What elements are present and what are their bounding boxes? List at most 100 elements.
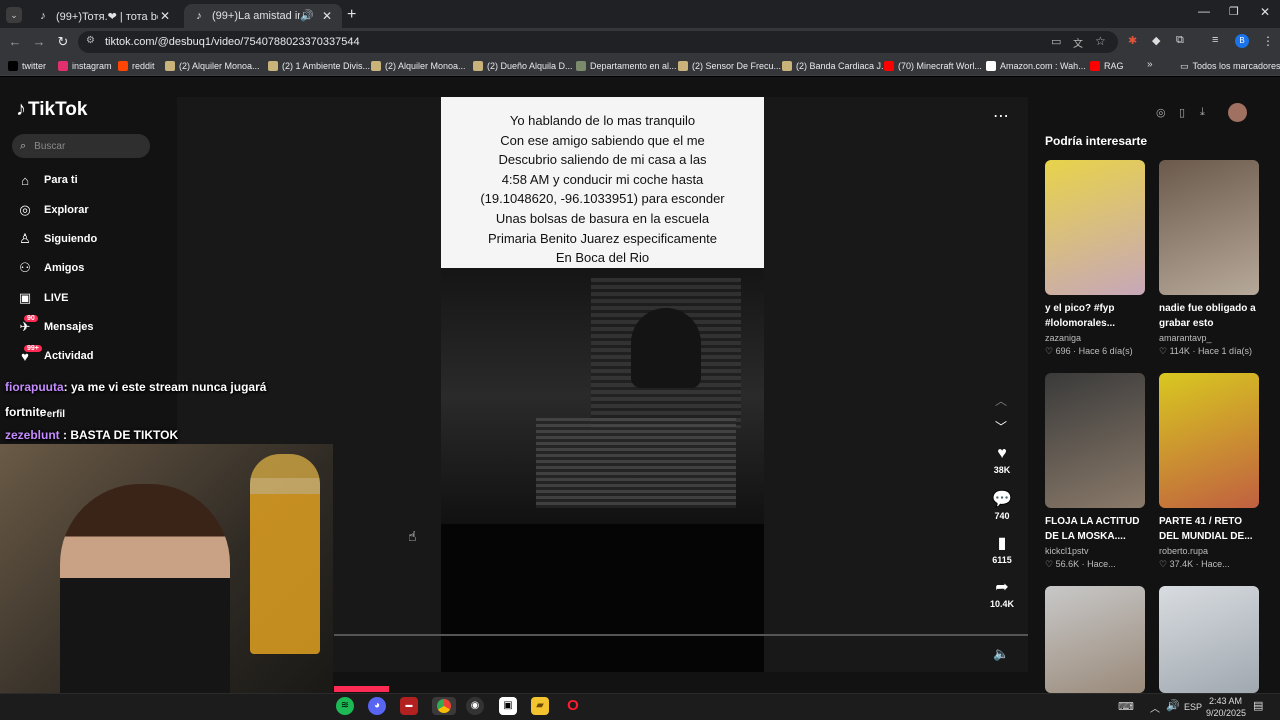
bookmark-item[interactable]: reddit — [118, 59, 155, 73]
tiktok-logo[interactable]: ♪ TikTok — [16, 98, 87, 121]
sidebar-item-explorar[interactable]: ◎ Explorar — [16, 199, 88, 221]
search-input[interactable]: ⌕ Buscar — [12, 134, 150, 158]
puzzle-icon[interactable]: ⧉ — [1176, 34, 1184, 47]
comment-button[interactable]: 💬 740 — [988, 489, 1016, 521]
tab-active[interactable]: ♪ (99+)La amistad inquebranta 🔊 ✕ — [184, 4, 342, 28]
messages-icon: ✈ 90 — [16, 315, 38, 335]
video-title[interactable]: FLOJA LA ACTITUD DE LA MOSKA.... — [1045, 514, 1145, 544]
bookmark-item[interactable]: (2) 1 Ambiente Divis... — [268, 59, 370, 73]
heart-button[interactable]: ♥ 38K — [988, 445, 1016, 475]
bookmark-button[interactable]: ▮ 6115 — [988, 533, 1016, 565]
bookmark-item[interactable]: (2) Alquiler Monoa... — [371, 59, 466, 73]
bookmark-item[interactable]: (2) Sensor De Frecu... — [678, 59, 781, 73]
user-avatar[interactable] — [1228, 103, 1247, 122]
cast-icon[interactable]: ▭ — [1051, 35, 1061, 48]
tiktok-tab-icon: ♪ — [196, 10, 202, 22]
tiktok-tab-icon: ♪ — [40, 10, 46, 22]
action-count: 38K — [993, 465, 1011, 475]
bookmark-item[interactable]: (2) Alquiler Monoa... — [165, 59, 260, 73]
bookmark-favicon-icon — [371, 61, 381, 71]
more-bookmarks-icon[interactable]: » — [1147, 59, 1153, 70]
volume-tray-icon[interactable]: 🔊 — [1166, 699, 1180, 712]
bookmark-item[interactable]: (2) Banda Cardiaca J... — [782, 59, 889, 73]
notifications-icon[interactable]: ▤ — [1253, 699, 1263, 712]
recommended-video-card[interactable] — [1159, 586, 1259, 693]
speaker-icon[interactable]: 🔊 — [300, 9, 314, 23]
bookmark-item[interactable]: (2) Dueño Alquila D... — [473, 59, 573, 73]
bookmark-item[interactable]: RAG — [1090, 59, 1124, 73]
sidebar-item-para-ti[interactable]: ⌂ Para ti — [16, 169, 78, 191]
sidebar-item-amigos[interactable]: ⚇ Amigos — [16, 257, 84, 279]
clock-date[interactable]: 9/20/2025 — [1206, 708, 1246, 718]
extension-icon[interactable]: ✱ — [1128, 34, 1137, 47]
recommended-video-card[interactable]: y el pico? #fyp #lolomorales... zazaniga ♡… — [1045, 160, 1145, 357]
bookmark-item[interactable]: instagram — [58, 59, 112, 73]
profile-avatar[interactable]: B — [1235, 34, 1249, 48]
share-button[interactable]: ➦ 10.4K — [988, 577, 1016, 609]
sidebar-item-siguiendo[interactable]: ♙ Siguiendo — [16, 228, 97, 250]
more-options-icon[interactable]: ⋯ — [993, 106, 1009, 126]
stream-app-icon[interactable]: ▬ — [400, 697, 418, 715]
keyboard-icon[interactable]: ⌨ — [1118, 700, 1134, 713]
recommended-video-card[interactable]: PARTE 41 / RETO DEL MUNDIAL DE... roberto… — [1159, 373, 1259, 570]
all-bookmarks-button[interactable]: ▭ Todos los marcadores — [1180, 59, 1280, 73]
language-indicator[interactable]: ESP — [1184, 702, 1202, 712]
reload-icon[interactable]: ↻ — [54, 33, 72, 51]
star-icon[interactable]: ☆ — [1095, 34, 1106, 48]
close-tab-icon[interactable]: ✕ — [320, 9, 334, 23]
clock-time[interactable]: 2:43 AM — [1209, 696, 1242, 706]
forward-icon[interactable]: → — [30, 33, 48, 51]
discord-icon[interactable]: ◕ — [368, 697, 386, 715]
site-info-icon[interactable]: ⚙ — [86, 35, 95, 46]
sidebar-item-live[interactable]: ▣ LIVE — [16, 287, 69, 309]
video-author[interactable]: amarantavp_ — [1159, 333, 1259, 343]
new-tab-button[interactable]: + — [347, 6, 356, 24]
video-thumbnail[interactable] — [1159, 586, 1259, 693]
recommended-video-card[interactable]: nadie fue obligado a grabar esto amaranta… — [1159, 160, 1259, 357]
video-title[interactable]: y el pico? #fyp #lolomorales... — [1045, 301, 1145, 331]
spotify-icon[interactable]: ≋ — [336, 697, 354, 715]
recommended-video-card[interactable]: FLOJA LA ACTITUD DE LA MOSKA.... kickcl1p… — [1045, 373, 1145, 570]
volume-icon[interactable]: 🔈 — [993, 646, 1009, 662]
tab-inactive[interactable]: ♪ (99+)Toтя.❤ | тота bob espon ✕ — [28, 4, 180, 28]
video-progress-bar[interactable] — [334, 634, 1028, 636]
extension-icon[interactable]: ◆ — [1152, 34, 1160, 47]
video-thumbnail[interactable] — [1045, 586, 1145, 693]
minimize-button[interactable]: — — [1198, 4, 1210, 18]
video-title[interactable]: nadie fue obligado a grabar esto — [1159, 301, 1259, 331]
video-thumbnail[interactable] — [1159, 373, 1259, 508]
video-thumbnail[interactable] — [1045, 160, 1145, 295]
settings-icon[interactable]: ◎ — [1156, 106, 1166, 119]
restore-button[interactable]: ❐ — [1229, 5, 1239, 18]
opera-icon[interactable]: O — [564, 697, 582, 715]
video-author[interactable]: zazaniga — [1045, 333, 1145, 343]
bookmark-item[interactable]: Departamento en al... — [576, 59, 677, 73]
video-thumbnail[interactable] — [1159, 160, 1259, 295]
chevron-up-icon[interactable]: ︿ — [995, 392, 1007, 409]
bookmark-item[interactable]: (70) Minecraft Worl... — [884, 59, 982, 73]
chevron-down-icon[interactable]: ﹀ — [995, 418, 1007, 435]
device-icon[interactable]: ▯ — [1179, 106, 1185, 119]
video-author[interactable]: kickcl1pstv — [1045, 546, 1145, 556]
translate-icon[interactable]: 文 — [1073, 35, 1083, 50]
close-tab-icon[interactable]: ✕ — [158, 9, 172, 23]
video-title[interactable]: PARTE 41 / RETO DEL MUNDIAL DE... — [1159, 514, 1259, 544]
file-explorer-icon[interactable]: ▰ — [531, 697, 549, 715]
bookmark-item[interactable]: Amazon.com : Wah... — [986, 59, 1086, 73]
recommended-video-card[interactable] — [1045, 586, 1145, 693]
chrome-icon[interactable] — [432, 697, 456, 715]
video-thumbnail[interactable] — [1045, 373, 1145, 508]
download-icon[interactable]: ⤓ — [1200, 106, 1205, 119]
reading-list-icon[interactable]: ≡ — [1212, 34, 1218, 46]
menu-icon[interactable]: ⋮ — [1262, 34, 1274, 48]
tray-chevron-icon[interactable]: ︿ — [1150, 700, 1160, 715]
sidebar-item-mensajes[interactable]: ✈ 90 Mensajes — [16, 315, 94, 338]
sidebar-item-actividad[interactable]: ♥ 99+ Actividad — [16, 344, 94, 367]
back-icon[interactable]: ← — [6, 33, 24, 51]
app-icon[interactable]: ▣ — [499, 697, 517, 715]
tab-search-button[interactable]: ⌄ — [6, 7, 22, 23]
close-window-button[interactable]: ✕ — [1260, 5, 1270, 19]
obs-icon[interactable]: ◉ — [466, 697, 484, 715]
bookmark-item[interactable]: twitter — [8, 59, 46, 73]
video-author[interactable]: roberto.rupa — [1159, 546, 1259, 556]
